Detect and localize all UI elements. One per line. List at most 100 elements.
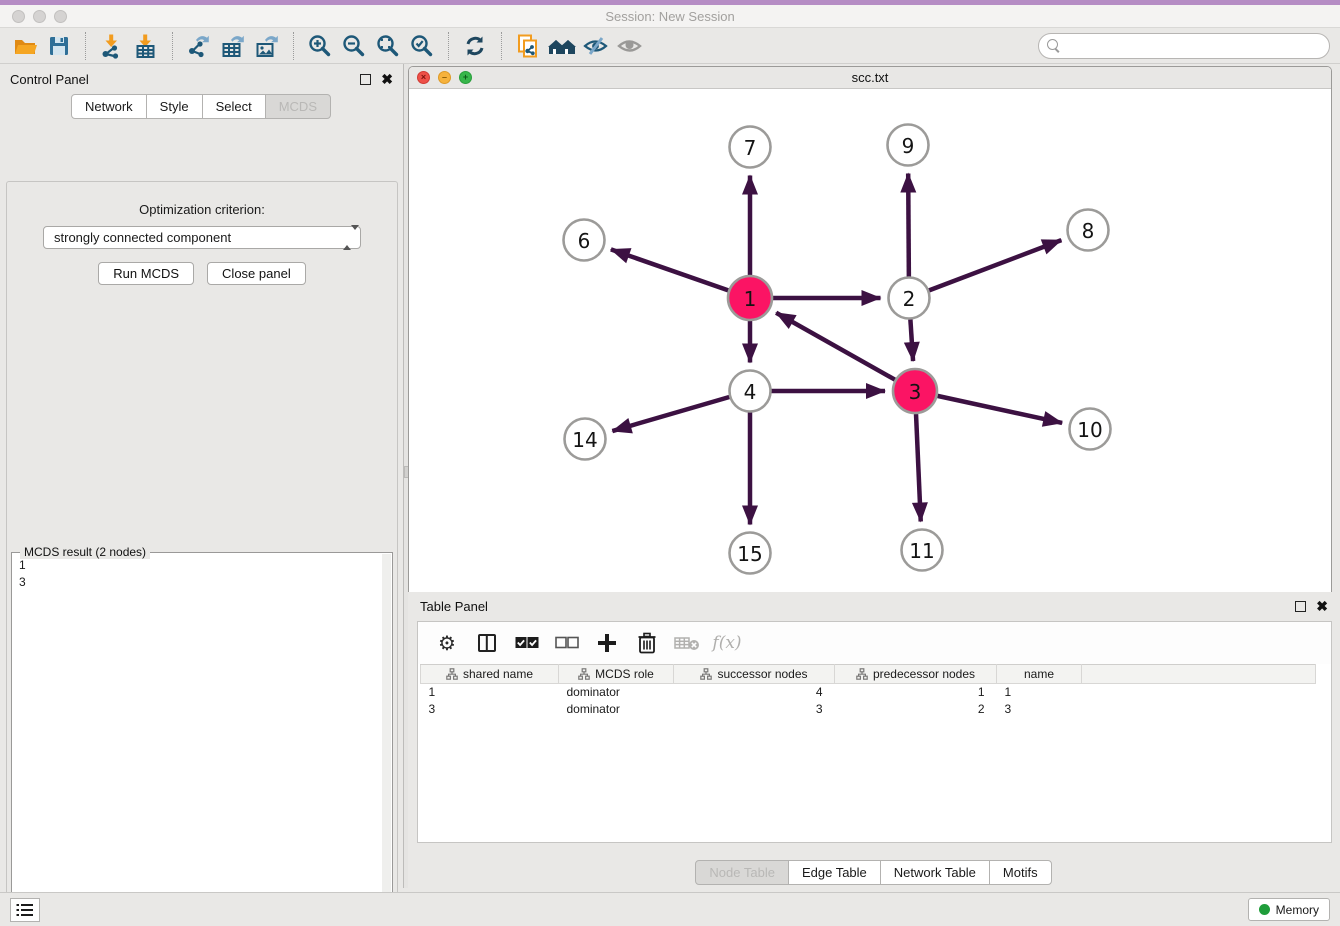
table-panel: Table Panel ✖ ⚙: [408, 592, 1340, 892]
table-row[interactable]: 3 dominator 3 2 3: [421, 701, 1316, 718]
column-settings-icon[interactable]: ⚙: [432, 628, 462, 658]
open-session-icon[interactable]: [8, 31, 42, 61]
toolbar-separator: [501, 32, 502, 60]
table-header-row: shared name MCDS role successor nodes pr…: [421, 665, 1316, 684]
deselect-all-icon[interactable]: [552, 628, 582, 658]
import-network-icon[interactable]: [95, 31, 129, 61]
node-label-3: 3: [909, 380, 922, 404]
add-column-icon[interactable]: [592, 628, 622, 658]
col-filler: [1082, 665, 1316, 684]
hide-selected-icon[interactable]: [579, 31, 613, 61]
col-name[interactable]: name: [997, 665, 1082, 684]
col-predecessor-nodes[interactable]: predecessor nodes: [835, 665, 997, 684]
search-input[interactable]: [1038, 33, 1330, 59]
task-history-button[interactable]: [10, 898, 40, 922]
network-graph[interactable]: 7968124314101511: [409, 89, 1331, 592]
split-panel-icon[interactable]: [472, 628, 502, 658]
col-successor-nodes[interactable]: successor nodes: [674, 665, 835, 684]
table-row[interactable]: 1 dominator 4 1 1: [421, 684, 1316, 701]
network-view-frame: × – + scc.txt 7968124314101511: [408, 66, 1332, 593]
float-panel-icon[interactable]: [360, 74, 371, 85]
node-label-15: 15: [737, 542, 762, 566]
edge-1-6[interactable]: [611, 249, 728, 290]
delete-column-icon[interactable]: [632, 628, 662, 658]
network-canvas[interactable]: 7968124314101511: [409, 89, 1331, 592]
optimization-criterion-label: Optimization criterion:: [7, 202, 397, 217]
mcds-result-box: MCDS result (2 nodes) 1 3: [11, 552, 393, 926]
edge-4-14[interactable]: [612, 397, 729, 431]
table-tabs: Node Table Edge Table Network Table Moti…: [408, 860, 1340, 885]
tab-motifs[interactable]: Motifs: [989, 860, 1052, 885]
table-panel-title: Table Panel: [420, 599, 488, 614]
result-scrollbar[interactable]: [382, 554, 391, 926]
toolbar-separator: [293, 32, 294, 60]
node-label-11: 11: [909, 539, 934, 563]
window-titlebar: Session: New Session: [0, 5, 1340, 28]
control-panel: Control Panel ✖ Network Style Select MCD…: [0, 64, 404, 888]
memory-status-icon: [1259, 904, 1270, 915]
edge-3-11[interactable]: [916, 414, 921, 522]
zoom-fit-icon[interactable]: [371, 31, 405, 61]
tab-node-table[interactable]: Node Table: [695, 860, 789, 885]
toolbar-separator: [172, 32, 173, 60]
col-mcds-role[interactable]: MCDS role: [559, 665, 674, 684]
delete-table-icon[interactable]: [672, 628, 702, 658]
status-bar: Memory: [0, 892, 1340, 926]
export-network-icon[interactable]: [182, 31, 216, 61]
node-label-14: 14: [572, 428, 597, 452]
toolbar-separator: [448, 32, 449, 60]
node-label-1: 1: [744, 287, 757, 311]
clone-network-icon[interactable]: [511, 31, 545, 61]
search-icon: [1047, 39, 1061, 53]
export-table-icon[interactable]: [216, 31, 250, 61]
node-label-10: 10: [1077, 418, 1102, 442]
memory-button[interactable]: Memory: [1248, 898, 1330, 921]
search-box: [1038, 33, 1330, 59]
control-panel-tabs: Network Style Select MCDS: [0, 94, 403, 119]
tab-network[interactable]: Network: [71, 94, 147, 119]
tab-style[interactable]: Style: [146, 94, 203, 119]
criterion-select[interactable]: strongly connected component: [43, 226, 361, 249]
main-toolbar: [0, 28, 1340, 64]
edge-2-3[interactable]: [910, 319, 913, 361]
hierarchy-icon: [578, 668, 590, 680]
memory-label: Memory: [1276, 903, 1319, 917]
edge-2-9[interactable]: [908, 173, 909, 276]
import-table-icon[interactable]: [129, 31, 163, 61]
node-label-7: 7: [744, 136, 757, 160]
select-stepper-icon: [343, 230, 353, 245]
node-table: shared name MCDS role successor nodes pr…: [420, 664, 1316, 718]
zoom-in-icon[interactable]: [303, 31, 337, 61]
control-panel-title: Control Panel: [10, 72, 89, 87]
network-frame-titlebar[interactable]: × – + scc.txt: [409, 67, 1331, 89]
table-close-icon[interactable]: ✖: [1316, 601, 1328, 612]
tab-mcds[interactable]: MCDS: [265, 94, 331, 119]
apply-function-icon[interactable]: f(x): [712, 628, 742, 658]
export-image-icon[interactable]: [250, 31, 284, 61]
hierarchy-icon: [446, 668, 458, 680]
zoom-selected-icon[interactable]: [405, 31, 439, 61]
save-session-icon[interactable]: [42, 31, 76, 61]
mcds-result-text[interactable]: 1 3: [13, 557, 382, 926]
close-panel-button[interactable]: Close panel: [207, 262, 306, 285]
close-panel-icon[interactable]: ✖: [381, 74, 393, 85]
zoom-out-icon[interactable]: [337, 31, 371, 61]
tab-network-table[interactable]: Network Table: [880, 860, 990, 885]
tab-edge-table[interactable]: Edge Table: [788, 860, 881, 885]
run-mcds-button[interactable]: Run MCDS: [98, 262, 194, 285]
col-shared-name[interactable]: shared name: [421, 665, 559, 684]
show-all-icon[interactable]: [613, 31, 647, 61]
node-label-9: 9: [902, 134, 915, 158]
edge-2-8[interactable]: [929, 240, 1061, 290]
table-float-icon[interactable]: [1295, 601, 1306, 612]
tab-select[interactable]: Select: [202, 94, 266, 119]
edge-3-1[interactable]: [776, 313, 895, 380]
node-label-6: 6: [578, 229, 591, 253]
toolbar-separator: [85, 32, 86, 60]
edge-3-10[interactable]: [937, 396, 1062, 423]
select-all-icon[interactable]: [512, 628, 542, 658]
list-icon: [16, 903, 34, 917]
refresh-layout-icon[interactable]: [458, 31, 492, 61]
node-label-2: 2: [903, 287, 916, 311]
first-neighbors-icon[interactable]: [545, 31, 579, 61]
